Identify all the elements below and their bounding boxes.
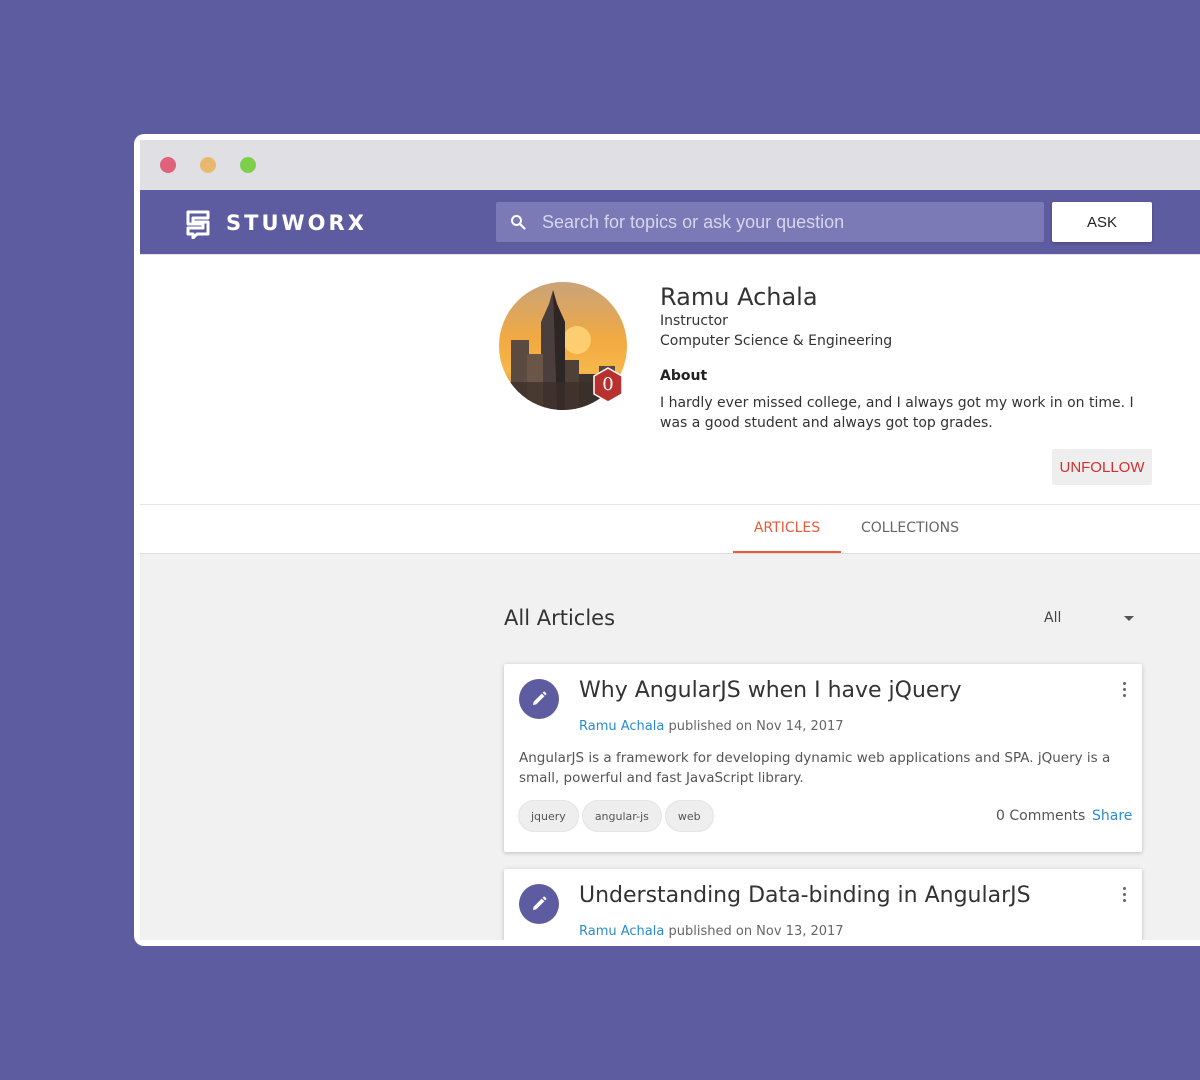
logo-text: STUWORX — [226, 211, 367, 235]
articles-section-title: All Articles — [504, 606, 616, 630]
pencil-icon — [519, 884, 559, 924]
article-meta: Ramu Achala published on Nov 14, 2017 — [579, 719, 844, 734]
published-date: published on Nov 13, 2017 — [668, 924, 844, 939]
search-icon — [510, 214, 526, 230]
comments-link[interactable]: 0 Comments — [996, 808, 1085, 824]
filter-value: All — [1044, 610, 1062, 626]
profile-department: Computer Science & Engineering — [660, 333, 893, 349]
reputation-badge: 0 — [592, 367, 624, 403]
minimize-window-button[interactable] — [200, 157, 216, 173]
chevron-down-icon — [1124, 616, 1134, 621]
tag-chip[interactable]: jquery — [519, 801, 578, 831]
close-window-button[interactable] — [160, 157, 176, 173]
author-link[interactable]: Ramu Achala — [579, 719, 664, 734]
tab-collections[interactable]: COLLECTIONS — [852, 505, 968, 551]
more-vert-icon[interactable] — [1122, 887, 1128, 903]
profile-tabs: ARTICLES COLLECTIONS — [140, 504, 1200, 554]
ask-button[interactable]: ASK — [1052, 202, 1152, 242]
article-excerpt: AngularJS is a framework for developing … — [519, 750, 1111, 786]
search-bar[interactable] — [496, 202, 1044, 242]
browser-window: STUWORX ASK — [134, 134, 1200, 946]
browser-viewport: STUWORX ASK — [140, 140, 1200, 940]
window-titlebar — [140, 140, 1200, 190]
article-title[interactable]: Why AngularJS when I have jQuery — [579, 678, 962, 703]
tag-chip[interactable]: angular-js — [582, 801, 661, 831]
logo-icon — [184, 207, 216, 239]
tab-articles[interactable]: ARTICLES — [733, 505, 841, 553]
share-link[interactable]: Share — [1092, 808, 1132, 824]
profile-name: Ramu Achala — [660, 283, 818, 311]
article-title[interactable]: Understanding Data-binding in AngularJS — [579, 883, 1031, 908]
search-input[interactable] — [540, 203, 1024, 241]
article-meta: Ramu Achala published on Nov 13, 2017 — [579, 924, 844, 939]
article-card[interactable]: Understanding Data-binding in AngularJS … — [504, 869, 1142, 940]
maximize-window-button[interactable] — [240, 157, 256, 173]
unfollow-button[interactable]: UNFOLLOW — [1052, 449, 1152, 485]
article-card[interactable]: Why AngularJS when I have jQuery Ramu Ac… — [504, 664, 1142, 852]
tag-list: jquery angular-js web — [519, 801, 718, 831]
more-vert-icon[interactable] — [1122, 682, 1128, 698]
app-logo[interactable]: STUWORX — [184, 206, 367, 240]
about-text: I hardly ever missed college, and I alwa… — [660, 395, 1134, 431]
profile-role: Instructor — [660, 313, 728, 329]
published-date: published on Nov 14, 2017 — [668, 719, 844, 734]
badge-count: 0 — [602, 374, 614, 395]
profile-header: 0 Ramu Achala Instructor Computer Scienc… — [140, 254, 1200, 505]
tag-chip[interactable]: web — [665, 801, 713, 831]
top-navbar: STUWORX ASK — [140, 190, 1200, 254]
pencil-icon — [519, 679, 559, 719]
about-heading: About — [660, 368, 708, 384]
author-link[interactable]: Ramu Achala — [579, 924, 664, 939]
articles-filter-select[interactable]: All — [1044, 606, 1144, 632]
